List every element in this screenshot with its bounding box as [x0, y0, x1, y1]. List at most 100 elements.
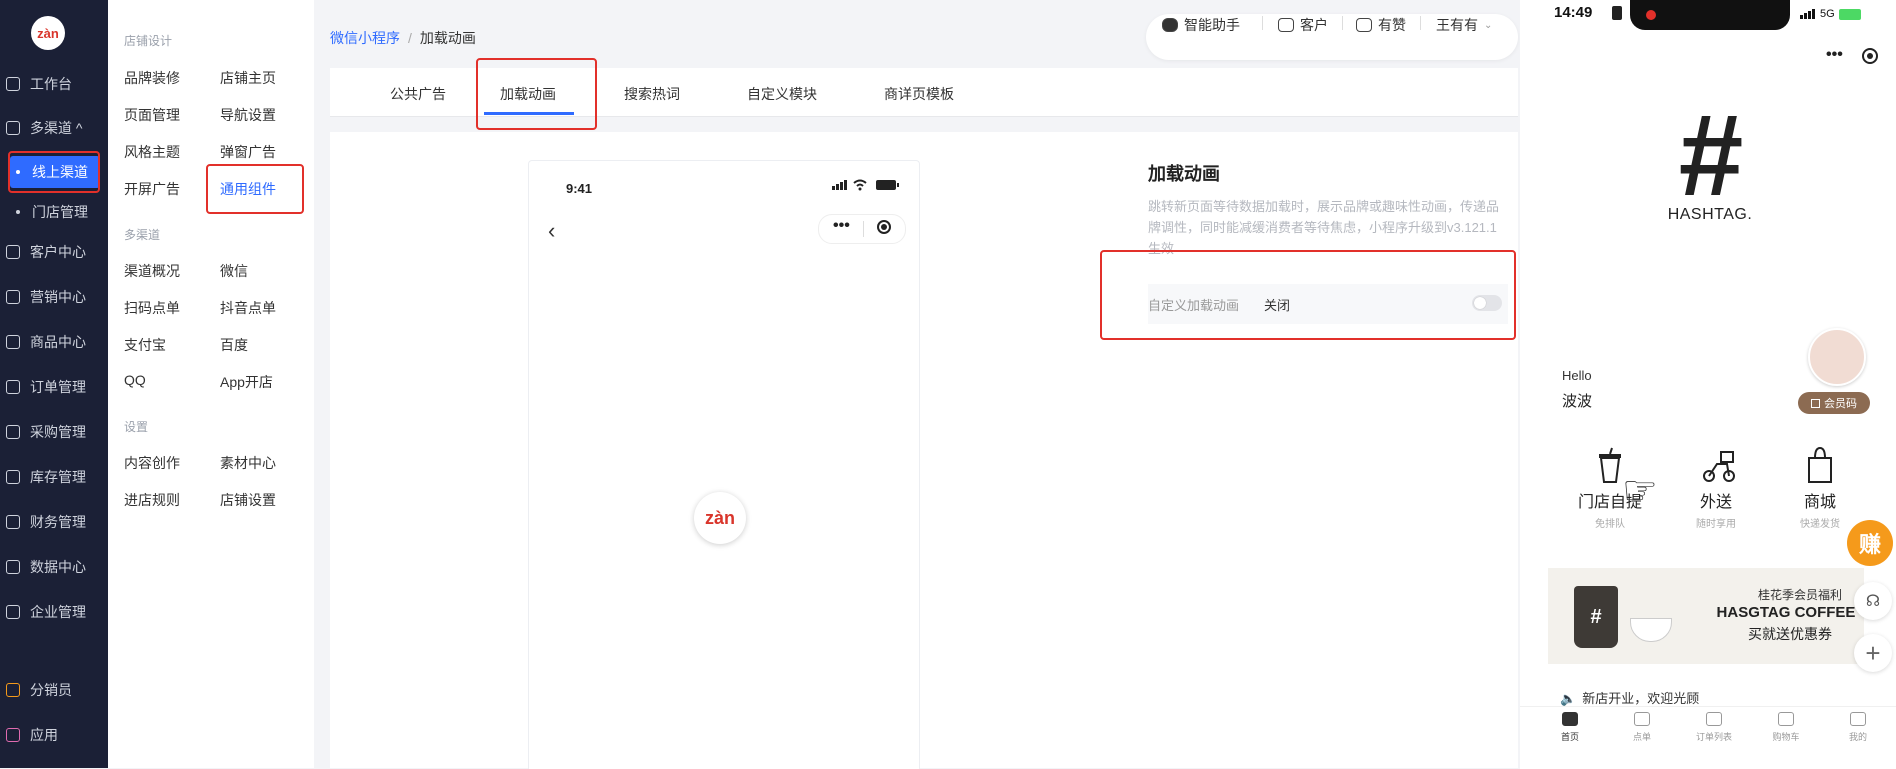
bottom-tab-order-list[interactable]: 订单列表: [1684, 712, 1744, 743]
gift-icon: [6, 290, 20, 304]
purchase-icon: [6, 425, 20, 439]
back-icon[interactable]: ‹: [548, 218, 555, 244]
chat-icon: [1278, 18, 1294, 32]
headset-button[interactable]: ☊: [1854, 582, 1892, 620]
highlight-box-online-channel: [8, 151, 100, 193]
menu-item-qq[interactable]: QQ: [124, 372, 146, 388]
menu-item-app-store[interactable]: App开店: [220, 372, 273, 392]
mobile-status-time: 14:49: [1554, 4, 1593, 21]
mobile-status-icons: 5G: [1800, 8, 1861, 20]
company-icon: [6, 605, 20, 619]
highlight-box-loading-tab: [476, 58, 597, 130]
customer-button[interactable]: 客户: [1278, 15, 1328, 35]
headset-icon: ☊: [1865, 593, 1881, 610]
cup-icon: [1595, 446, 1625, 484]
user-menu[interactable]: 王有有 ⌄: [1436, 15, 1492, 35]
menu-item-alipay[interactable]: 支付宝: [124, 335, 166, 355]
home-icon: [1562, 712, 1578, 726]
nav-item-enterprise[interactable]: 企业管理: [0, 594, 108, 630]
preview-phone: [528, 160, 920, 769]
earn-badge[interactable]: 赚: [1847, 520, 1893, 566]
menu-item-popup-ads[interactable]: 弹窗广告: [220, 142, 276, 162]
menu-item-navigation-settings[interactable]: 导航设置: [220, 105, 276, 125]
signal-icon: [1800, 9, 1815, 19]
breadcrumb-current: 加载动画: [419, 30, 476, 46]
apps-icon: [6, 728, 20, 742]
nav-item-customer[interactable]: 客户中心: [0, 234, 108, 270]
nav-item-goods[interactable]: 商品中心: [0, 324, 108, 360]
menu-item-store-settings[interactable]: 店铺设置: [220, 490, 276, 510]
menu-item-material-center[interactable]: 素材中心: [220, 453, 276, 473]
tab-product-detail-template[interactable]: 商详页模板: [884, 84, 954, 104]
menu-item-brand-decoration[interactable]: 品牌装修: [124, 68, 180, 88]
nav-item-orders[interactable]: 订单管理: [0, 369, 108, 405]
tab-public-ads[interactable]: 公共广告: [390, 84, 446, 104]
shopping-bag-icon: [1805, 446, 1835, 484]
nav-item-multichannel[interactable]: 多渠道 ^: [0, 110, 108, 146]
bottom-tab-cart[interactable]: 购物车: [1756, 712, 1816, 743]
menu-item-wechat[interactable]: 微信: [220, 261, 248, 281]
menu-item-content-creation[interactable]: 内容创作: [124, 453, 180, 473]
highlight-box-common-components: [206, 164, 304, 214]
brand-symbol: #: [1678, 90, 1744, 220]
menu-item-splash-ads[interactable]: 开屏广告: [124, 179, 180, 199]
bottom-tab-order[interactable]: 点单: [1612, 712, 1672, 743]
recording-dot: [1646, 10, 1656, 20]
nav-item-workbench[interactable]: 工作台: [0, 66, 108, 102]
menu-section-title: 店铺设计: [124, 34, 173, 48]
menu-item-scan-order[interactable]: 扫码点单: [124, 298, 180, 318]
user-icon: [6, 245, 20, 259]
avatar[interactable]: [1808, 328, 1866, 386]
nav-item-inventory[interactable]: 库存管理: [0, 459, 108, 495]
cart-icon: [1778, 712, 1794, 726]
nav-item-distributor[interactable]: 分销员: [0, 672, 108, 708]
monitor-icon: [6, 77, 20, 91]
battery-icon: [1838, 8, 1861, 20]
menu-item-douyin-order[interactable]: 抖音点单: [220, 298, 276, 318]
nav-item-apps[interactable]: 应用: [0, 717, 108, 753]
menu-item-page-management[interactable]: 页面管理: [124, 105, 180, 125]
service-delivery[interactable]: 外送 随时享用: [1676, 446, 1756, 530]
distributor-icon: [6, 683, 20, 697]
notice-bar: 🔈 新店开业，欢迎光顾: [1560, 691, 1700, 706]
menu-item-style-theme[interactable]: 风格主题: [124, 142, 180, 162]
nav-item-finance[interactable]: 财务管理: [0, 504, 108, 540]
brand-logo[interactable]: zàn: [31, 16, 65, 50]
settings-title: 加载动画: [1148, 164, 1220, 184]
more-icon[interactable]: •••: [1826, 46, 1843, 64]
capsule-menu[interactable]: •••: [818, 214, 906, 244]
menu-section-title: 设置: [124, 420, 149, 434]
banner-line-1: 桂花季会员福利: [1757, 588, 1842, 602]
assistant-button[interactable]: 智能助手: [1162, 15, 1240, 35]
menu-item-channel-overview[interactable]: 渠道概况: [124, 261, 180, 281]
signal-wifi-battery-icon: [832, 179, 899, 191]
user-icon: [1850, 712, 1866, 726]
thumb-up-icon: [1356, 18, 1372, 32]
nav-sub-store-management[interactable]: 门店管理: [10, 196, 100, 228]
qrcode-icon: [1811, 398, 1820, 408]
menu-item-baidu[interactable]: 百度: [220, 335, 248, 355]
warehouse-icon: [6, 470, 20, 484]
chart-icon: [6, 560, 20, 574]
menu-item-entry-rules[interactable]: 进店规则: [124, 490, 180, 510]
nav-item-purchase[interactable]: 采购管理: [0, 414, 108, 450]
nav-item-data[interactable]: 数据中心: [0, 549, 108, 585]
tab-custom-module[interactable]: 自定义模块: [747, 84, 817, 104]
add-button[interactable]: +: [1854, 634, 1892, 672]
menu-section-title: 多渠道: [124, 228, 161, 242]
like-button[interactable]: 有赞: [1356, 15, 1406, 35]
store-icon: [6, 121, 20, 135]
nav-item-marketing[interactable]: 营销中心: [0, 279, 108, 315]
menu-item-store-home[interactable]: 店铺主页: [220, 68, 276, 88]
breadcrumb: 微信小程序 / 加载动画: [330, 30, 476, 46]
banner-line-2: HASGTAG COFFEE: [1716, 604, 1856, 621]
vip-code-button[interactable]: 会员码: [1798, 392, 1870, 414]
bottom-tab-mine[interactable]: 我的: [1828, 712, 1888, 743]
bottom-tab-home[interactable]: 首页: [1540, 712, 1600, 743]
more-icon[interactable]: •••: [833, 217, 850, 235]
cup-icon: [1634, 712, 1650, 726]
finance-icon: [6, 515, 20, 529]
breadcrumb-root[interactable]: 微信小程序: [330, 30, 400, 46]
tab-search-hot-words[interactable]: 搜索热词: [624, 84, 680, 104]
service-mall[interactable]: 商城 快递发货: [1780, 446, 1860, 530]
